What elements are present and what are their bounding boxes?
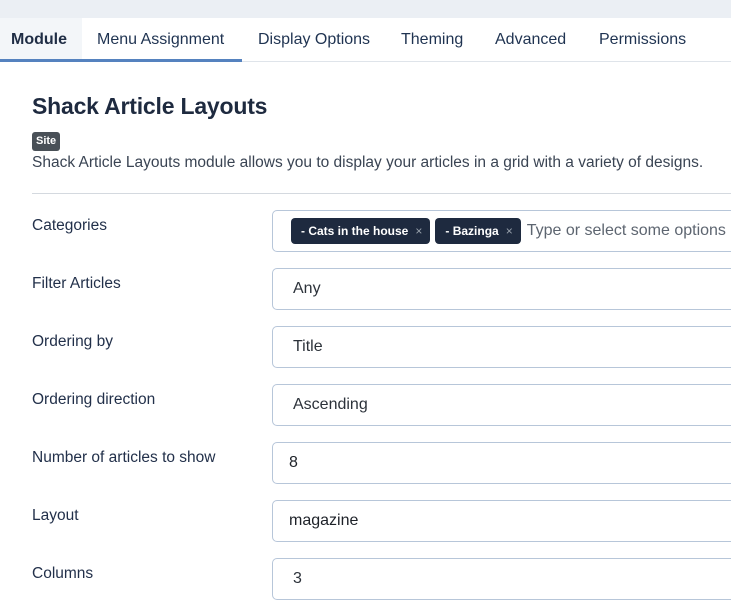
- tab-bar: Module Menu Assignment Display Options T…: [0, 18, 731, 62]
- tab-module[interactable]: Module: [0, 18, 82, 61]
- module-title: Shack Article Layouts: [32, 93, 268, 119]
- tab-theming[interactable]: Theming: [385, 18, 479, 61]
- number-of-articles-value: 8: [289, 454, 298, 471]
- chip-label: - Cats in the house: [301, 224, 409, 238]
- category-chip: - Bazinga ×: [435, 218, 521, 244]
- ordering-by-value: Title: [293, 338, 323, 355]
- categories-label: Categories: [32, 217, 107, 234]
- category-chips: - Cats in the house × - Bazinga × Type o…: [273, 218, 726, 244]
- tab-menu-assignment[interactable]: Menu Assignment: [82, 18, 242, 61]
- layout-label: Layout: [32, 507, 79, 524]
- filter-articles-label: Filter Articles: [32, 275, 121, 292]
- divider: [32, 193, 731, 194]
- top-strip: [0, 0, 731, 18]
- layout-input[interactable]: magazine: [272, 500, 731, 542]
- remove-chip-icon[interactable]: ×: [415, 224, 422, 238]
- active-tab-indicator: [0, 59, 242, 62]
- columns-value: 3: [293, 570, 302, 587]
- ordering-by-select[interactable]: Title: [272, 326, 731, 368]
- category-chip: - Cats in the house ×: [291, 218, 431, 244]
- ordering-direction-label: Ordering direction: [32, 391, 156, 408]
- categories-multiselect[interactable]: - Cats in the house × - Bazinga × Type o…: [272, 210, 731, 252]
- number-of-articles-label: Number of articles to show: [32, 449, 216, 466]
- site-badge: Site: [32, 132, 61, 151]
- ordering-direction-select[interactable]: Ascending: [272, 384, 731, 426]
- ordering-direction-value: Ascending: [293, 396, 368, 413]
- filter-articles-value: Any: [293, 280, 321, 297]
- layout-value: magazine: [289, 512, 359, 529]
- remove-chip-icon[interactable]: ×: [506, 224, 513, 238]
- tab-permissions[interactable]: Permissions: [582, 18, 702, 61]
- categories-search-input[interactable]: Type or select some options: [527, 222, 726, 240]
- number-of-articles-input[interactable]: 8: [272, 442, 731, 484]
- chip-label: - Bazinga: [445, 224, 499, 238]
- filter-articles-select[interactable]: Any: [272, 268, 731, 310]
- ordering-by-label: Ordering by: [32, 333, 113, 350]
- tab-advanced[interactable]: Advanced: [479, 18, 582, 61]
- tab-display-options[interactable]: Display Options: [242, 18, 385, 61]
- module-description: Shack Article Layouts module allows you …: [32, 154, 704, 171]
- columns-label: Columns: [32, 565, 94, 582]
- columns-select[interactable]: 3: [272, 558, 731, 600]
